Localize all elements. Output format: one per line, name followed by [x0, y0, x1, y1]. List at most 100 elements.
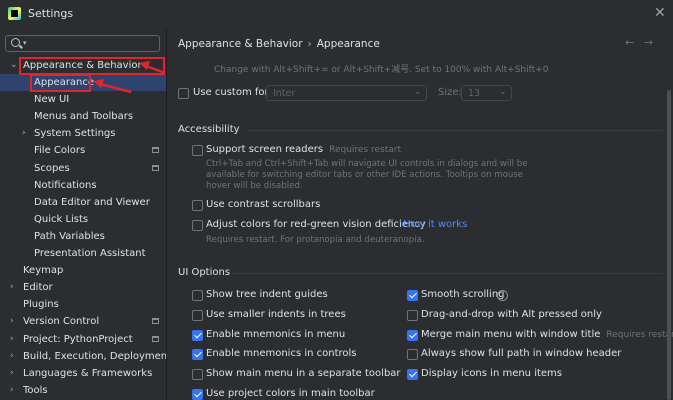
- size-label: Size:: [438, 87, 462, 98]
- contrast-scrollbars-label: Use contrast scrollbars: [206, 199, 321, 210]
- sidebar-item[interactable]: Notifications: [0, 177, 166, 194]
- option-checkbox[interactable]: [192, 329, 203, 341]
- sidebar-item[interactable]: New UI: [0, 91, 166, 108]
- option-checkbox[interactable]: [192, 369, 203, 381]
- breadcrumb: Appearance & Behavior › Appearance: [178, 38, 380, 50]
- settings-tree: ⌄ Appearance & Behavior Appearance New UI Me…: [0, 57, 171, 399]
- project-scope-icon: [152, 318, 159, 325]
- requires-restart-note: Requires restart: [329, 145, 402, 155]
- sidebar-item[interactable]: Presentation Assistant: [0, 245, 166, 262]
- sidebar-item[interactable]: Plugins: [0, 296, 166, 313]
- sidebar-item[interactable]: › Project: PythonProject: [0, 331, 166, 348]
- chevron-right-icon[interactable]: ›: [10, 279, 14, 296]
- option-label: Enable mnemonics in controls: [206, 348, 357, 360]
- custom-font-checkbox[interactable]: [178, 88, 189, 99]
- chevron-right-icon[interactable]: ›: [10, 382, 14, 399]
- option-label: Show main menu in a separate toolbar: [206, 368, 401, 380]
- font-select[interactable]: Inter ⌄: [266, 85, 427, 101]
- annotation-arrow: [139, 61, 166, 75]
- help-icon[interactable]: ?: [497, 290, 508, 301]
- red-green-checkbox[interactable]: [192, 220, 203, 231]
- chevron-right-icon[interactable]: ›: [22, 125, 26, 142]
- back-arrow-icon[interactable]: ←: [625, 36, 634, 49]
- option-checkbox[interactable]: [192, 290, 203, 301]
- sidebar-item-label: Plugins: [23, 299, 59, 311]
- option-label: Use project colors in main toolbar: [206, 388, 375, 399]
- sidebar-item[interactable]: File Colors: [0, 142, 166, 159]
- window-title: Settings: [28, 7, 74, 20]
- chevron-right-icon[interactable]: ›: [10, 348, 14, 365]
- chevron-right-icon: ›: [307, 38, 312, 50]
- option-checkbox[interactable]: [407, 329, 418, 341]
- option-label: Merge main menu with window title Require…: [421, 329, 673, 340]
- sidebar-item[interactable]: Keymap: [0, 262, 166, 279]
- sidebar-item-label: Version Control: [23, 316, 100, 328]
- sidebar-item[interactable]: › Languages & Frameworks: [0, 365, 166, 382]
- close-icon[interactable]: ✕: [654, 5, 666, 21]
- annotation-arrow: [93, 79, 132, 94]
- ui-options-heading: UI Options: [178, 267, 231, 278]
- sidebar-item-label: Editor: [23, 282, 53, 294]
- option-label: Enable mnemonics in menu: [206, 328, 346, 340]
- sidebar-item[interactable]: Path Variables: [0, 228, 166, 245]
- search-icon: [11, 38, 20, 47]
- chevron-down-icon[interactable]: ⌄: [10, 57, 18, 74]
- contrast-scrollbars-checkbox[interactable]: [192, 200, 203, 211]
- chevron-down-icon: ▾: [23, 39, 27, 47]
- project-scope-icon: [152, 147, 159, 154]
- red-green-description: Requires restart. For protanopia and deu…: [206, 235, 425, 245]
- divider: [247, 130, 663, 131]
- pycharm-logo-icon: [8, 7, 21, 20]
- sidebar-item[interactable]: Menus and Toolbars: [0, 108, 166, 125]
- option-label: Display icons in menu items: [421, 368, 563, 380]
- chevron-right-icon[interactable]: ›: [10, 365, 14, 382]
- sidebar-item-label: Presentation Assistant: [34, 248, 146, 260]
- option-label: Smooth scrolling: [421, 289, 505, 300]
- sidebar-item-label: Languages & Frameworks: [23, 367, 153, 379]
- red-green-label: Adjust colors for red-green vision defic…: [206, 219, 426, 230]
- settings-content: Appearance & Behavior › Appearance ← → Cha…: [166, 28, 673, 400]
- sidebar-item-label: Data Editor and Viewer: [34, 196, 150, 208]
- sidebar-item[interactable]: Data Editor and Viewer: [0, 194, 166, 211]
- option-checkbox[interactable]: [407, 349, 418, 361]
- option-label: Use smaller indents in trees: [206, 308, 346, 320]
- requires-restart-note: Requires restart: [606, 329, 673, 340]
- sidebar-item[interactable]: › Version Control: [0, 313, 166, 330]
- option-checkbox[interactable]: [192, 349, 203, 361]
- screen-readers-label: Support screen readers Requires restart: [206, 144, 402, 155]
- option-label: Always show full path in window header: [421, 348, 622, 360]
- breadcrumb-parent[interactable]: Appearance & Behavior: [178, 38, 303, 50]
- sidebar-item-label: Scopes: [34, 162, 70, 174]
- font-size-value: 13: [468, 88, 481, 99]
- project-scope-icon: [152, 164, 159, 171]
- how-it-works-link[interactable]: How it works: [403, 219, 467, 230]
- option-checkbox[interactable]: [407, 309, 418, 321]
- option-label: Show tree indent guides: [206, 289, 328, 300]
- font-size-select[interactable]: 13 ⌄: [461, 85, 512, 101]
- breadcrumb-current: Appearance: [316, 38, 380, 50]
- sidebar-item[interactable]: Quick Lists: [0, 211, 166, 228]
- font-select-value: Inter: [273, 88, 296, 99]
- sidebar-item-label: Project: PythonProject: [23, 333, 133, 345]
- option-checkbox[interactable]: [407, 369, 418, 381]
- sidebar-item-label: System Settings: [34, 128, 116, 140]
- project-scope-icon: [152, 335, 159, 342]
- chevron-right-icon[interactable]: ›: [10, 313, 14, 330]
- title-bar: Settings ✕: [0, 0, 673, 28]
- option-checkbox[interactable]: [407, 290, 418, 301]
- sidebar-item[interactable]: › System Settings: [0, 125, 166, 142]
- sidebar-item[interactable]: › Editor: [0, 279, 166, 296]
- screen-readers-checkbox[interactable]: [192, 145, 203, 156]
- forward-arrow-icon[interactable]: →: [644, 36, 653, 49]
- search-input[interactable]: ▾: [5, 35, 160, 52]
- chevron-right-icon[interactable]: ›: [10, 331, 14, 348]
- scrollbar[interactable]: [667, 90, 671, 400]
- option-checkbox[interactable]: [192, 309, 203, 321]
- zoom-hint: Change with Alt+Shift+= or Alt+Shift+减号.…: [214, 65, 549, 75]
- sidebar-item[interactable]: › Tools: [0, 382, 166, 399]
- option-label: Drag-and-drop with Alt pressed only: [421, 308, 602, 320]
- sidebar-item-label: Appearance & Behavior: [23, 60, 142, 71]
- option-checkbox[interactable]: [192, 389, 203, 400]
- sidebar-item[interactable]: › Build, Execution, Deployment: [0, 348, 171, 365]
- sidebar-item[interactable]: Scopes: [0, 160, 166, 177]
